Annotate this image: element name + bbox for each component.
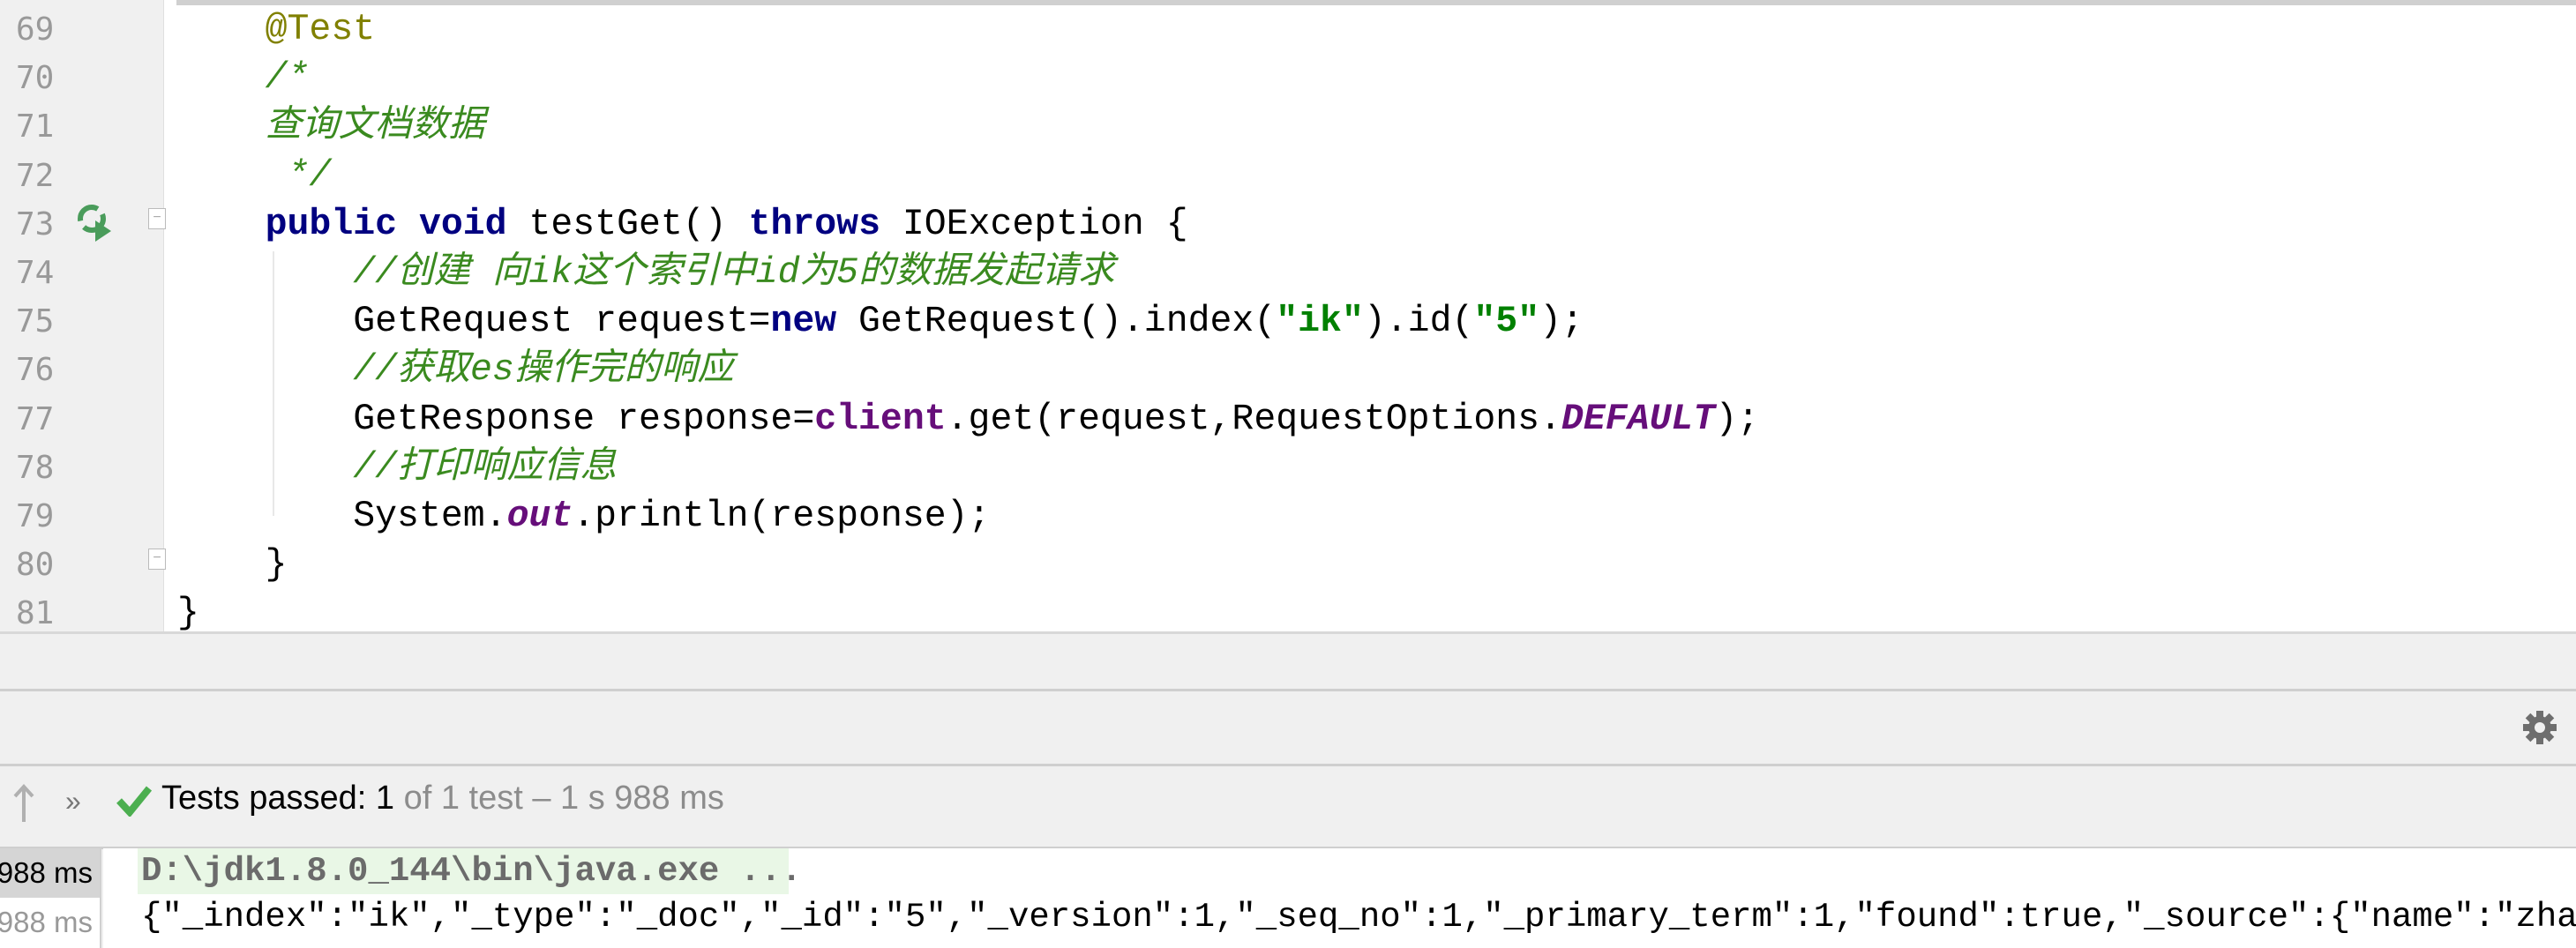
tests-passed-label: Tests passed: 1 <box>161 780 395 817</box>
fold-marker-icon[interactable]: − <box>148 549 166 570</box>
code-line[interactable]: } <box>177 541 288 589</box>
code-token: */ <box>287 154 332 197</box>
code-token: /* <box>265 57 310 100</box>
line-number: 76 <box>16 352 55 389</box>
editor-top-border <box>176 0 2576 5</box>
check-icon <box>116 786 152 817</box>
code-token: 查询文档数据 <box>265 106 485 148</box>
line-number: 74 <box>16 255 55 291</box>
code-line[interactable]: public void testGet() throws IOException… <box>177 200 1188 249</box>
code-token: client <box>814 398 947 440</box>
code-token: } <box>177 593 199 635</box>
code-token: @Test <box>265 9 376 50</box>
code-line[interactable]: System.out.println(response); <box>177 492 990 541</box>
code-line[interactable]: */ <box>177 152 332 200</box>
code-token: //获取es操作完的响应 <box>353 349 734 392</box>
code-line[interactable]: /* <box>177 54 310 102</box>
code-line[interactable]: //创建 向ik这个索引中id为5的数据发起请求 <box>177 249 1114 297</box>
code-token: void <box>418 203 507 245</box>
gear-icon[interactable] <box>2521 709 2558 746</box>
test-duration: 988 ms <box>0 856 93 889</box>
test-tree[interactable]: 988 ms 988 ms <box>0 848 101 948</box>
code-token: public <box>265 203 398 245</box>
console-output-line: {"_index":"ik","_type":"_doc","_id":"5",… <box>141 898 2576 937</box>
code-token: throws <box>748 203 880 245</box>
code-token: GetRequest().index( <box>836 301 1277 343</box>
code-token: ); <box>1715 398 1760 440</box>
test-duration: 988 ms <box>0 906 93 938</box>
code-token: testGet() <box>506 203 749 245</box>
line-number: 78 <box>16 449 55 486</box>
code-token: //打印响应信息 <box>353 446 618 489</box>
code-line[interactable]: 查询文档数据 <box>177 102 485 151</box>
line-number: 72 <box>16 157 55 194</box>
expand-chevron-icon[interactable]: » <box>65 785 81 817</box>
code-token: //创建 向ik这个索引中id为5的数据发起请求 <box>353 252 1115 294</box>
code-token: GetRequest request= <box>177 301 771 343</box>
code-token: .get(request,RequestOptions. <box>946 398 1561 440</box>
line-number: 75 <box>16 303 55 340</box>
code-line[interactable]: GetResponse response=client.get(request,… <box>177 395 1759 444</box>
line-number: 80 <box>16 547 55 584</box>
code-token: GetResponse response= <box>177 398 815 440</box>
line-number: 71 <box>16 108 55 146</box>
line-number: 77 <box>16 400 55 437</box>
code-token: ).id( <box>1363 301 1474 343</box>
code-token: } <box>177 544 288 586</box>
test-status-text: Tests passed: 1 of 1 test – 1 s 988 ms <box>161 780 724 817</box>
arrow-up-icon[interactable] <box>12 783 35 824</box>
divider <box>0 631 2576 634</box>
divider <box>0 689 2576 691</box>
code-token: out <box>506 496 573 537</box>
code-token: IOException { <box>880 203 1188 245</box>
line-number: 69 <box>16 11 55 48</box>
code-token: "ik" <box>1276 301 1364 343</box>
code-token: .println(response); <box>573 496 991 537</box>
line-number: 79 <box>16 498 55 534</box>
code-token: System. <box>177 496 507 537</box>
code-token: new <box>770 301 837 343</box>
code-token: "5" <box>1473 301 1540 343</box>
code-token: ); <box>1539 301 1584 343</box>
console-command-line[interactable]: D:\jdk1.8.0_144\bin\java.exe ... <box>141 848 802 894</box>
tests-summary: of 1 test – 1 s 988 ms <box>394 780 724 817</box>
line-number: 73 <box>16 205 55 243</box>
line-number: 70 <box>16 60 55 97</box>
code-line[interactable]: //获取es操作完的响应 <box>177 346 734 394</box>
code-line[interactable]: //打印响应信息 <box>177 444 617 492</box>
run-test-icon[interactable] <box>76 203 115 242</box>
fold-marker-icon[interactable]: − <box>148 208 166 229</box>
code-token: DEFAULT <box>1561 398 1716 440</box>
code-line[interactable]: GetRequest request=new GetRequest().inde… <box>177 297 1584 346</box>
code-line[interactable]: @Test <box>177 5 376 54</box>
console-output[interactable]: D:\jdk1.8.0_144\bin\java.exe ... {"_inde… <box>103 848 2576 948</box>
